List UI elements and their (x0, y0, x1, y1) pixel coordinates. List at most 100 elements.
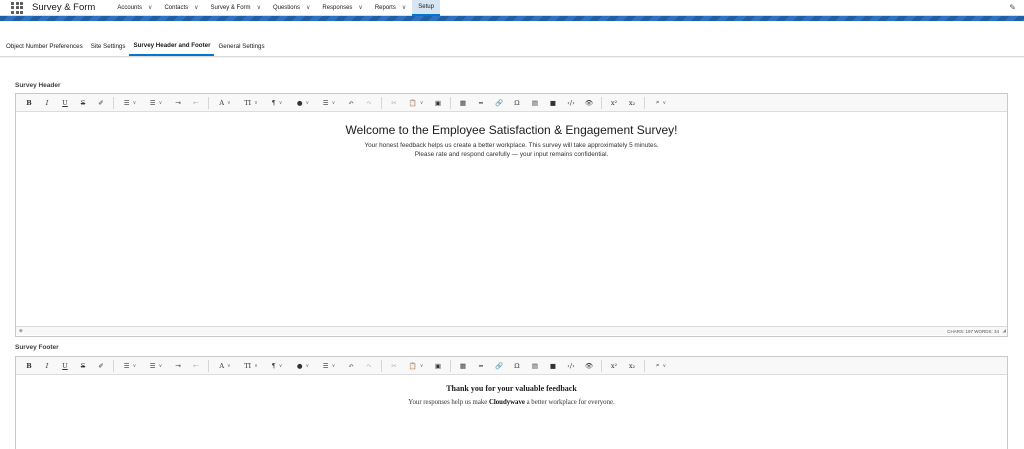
chevron-down-icon[interactable]: ∨ (402, 4, 406, 11)
underline-button[interactable]: U (56, 96, 74, 110)
undo-icon[interactable]: ↶ (342, 359, 360, 373)
editor-status-bar: ⊕ CHARS: 197 WORDS: 34 ◢ (16, 326, 1007, 335)
redo-icon[interactable]: ↷ (360, 96, 378, 110)
find-button[interactable]: ⌕ ∨ (648, 96, 674, 110)
special-char-icon[interactable]: Ω (508, 96, 526, 110)
bold-button[interactable]: B (20, 359, 38, 373)
table-icon[interactable]: ▦ (454, 96, 472, 110)
setup-card: Object Number Preferences Site Settings … (0, 21, 1024, 449)
numbered-list-button[interactable]: ☰ ∨ (143, 359, 169, 373)
strikethrough-button[interactable]: S (74, 96, 92, 110)
indent-icon[interactable]: ⇥ (169, 96, 187, 110)
toolbar-divider (450, 96, 451, 109)
nav-item-questions[interactable]: Questions ∨ (267, 0, 316, 16)
preview-eye-icon[interactable]: 👁 (580, 96, 598, 110)
link-icon[interactable]: 🔗 (490, 96, 508, 110)
nav-item-reports[interactable]: Reports ∨ (369, 0, 412, 16)
paste-button[interactable]: 📋 ∨ (403, 96, 429, 110)
subscript-icon[interactable]: x₂ (623, 96, 641, 110)
align-button[interactable]: ☰ ∨ (316, 96, 342, 110)
strikethrough-button[interactable]: S (74, 359, 92, 373)
superscript-icon[interactable]: x² (605, 359, 623, 373)
special-char-icon[interactable]: Ω (508, 359, 526, 373)
image-frame-icon[interactable]: ▣ (429, 359, 447, 373)
text-color-button[interactable]: ● ∨ (290, 96, 316, 110)
code-icon[interactable]: ‹/› (562, 359, 580, 373)
cut-icon[interactable]: ✂ (385, 359, 403, 373)
nav-item-setup[interactable]: Setup (412, 0, 440, 16)
chevron-down-icon[interactable]: ∨ (194, 4, 198, 11)
tab-survey-header-footer[interactable]: Survey Header and Footer (129, 36, 215, 56)
tab-object-number-preferences[interactable]: Object Number Preferences (2, 36, 87, 56)
paragraph-button[interactable]: ¶ ∨ (264, 96, 290, 110)
superscript-icon[interactable]: x² (605, 96, 623, 110)
horizontal-rule-icon[interactable]: ━ (472, 96, 490, 110)
outdent-icon[interactable]: ⇤ (187, 96, 205, 110)
document-icon[interactable]: ▤ (526, 96, 544, 110)
italic-button[interactable]: I (38, 359, 56, 373)
color-drop-icon: ● (296, 361, 303, 370)
nav-item-label: Setup (418, 3, 434, 10)
tab-general-settings[interactable]: General Settings (214, 36, 268, 56)
nav-item-survey-form[interactable]: Survey & Form ∨ (205, 0, 267, 16)
tab-content: Survey Header B I U S ✐ ☰ ∨ ☰ ∨ ⇥ ⇤ A ∨ TI ∨… (0, 58, 1024, 449)
align-icon: ☰ (322, 361, 329, 370)
align-button[interactable]: ☰ ∨ (316, 359, 342, 373)
font-size-button[interactable]: TI ∨ (238, 96, 264, 110)
editor-toolbar: B I U S ✐ ☰ ∨ ☰ ∨ ⇥ ⇤ A ∨ TI ∨ ¶ ∨ ● ∨ ☰ ∨ ↶ ↷ … (16, 94, 1007, 112)
font-button[interactable]: A ∨ (212, 359, 238, 373)
outdent-icon[interactable]: ⇤ (187, 359, 205, 373)
color-drop-icon: ● (296, 98, 303, 107)
eraser-icon[interactable]: ✐ (92, 359, 110, 373)
undo-icon[interactable]: ↶ (342, 96, 360, 110)
chevron-down-icon: ∨ (331, 99, 336, 106)
text-color-button[interactable]: ● ∨ (290, 359, 316, 373)
indent-icon[interactable]: ⇥ (169, 359, 187, 373)
font-size-button[interactable]: TI ∨ (238, 359, 264, 373)
paste-button[interactable]: 📋 ∨ (403, 359, 429, 373)
footer-editor-body[interactable]: Thank you for your valuable feedback You… (16, 375, 1007, 449)
chevron-down-icon[interactable]: ∨ (257, 4, 261, 11)
header-editor-body[interactable]: Welcome to the Employee Satisfaction & E… (16, 112, 1007, 326)
video-icon[interactable]: ■ (544, 359, 562, 373)
nav-item-label: Survey & Form (210, 4, 251, 11)
bulleted-list-button[interactable]: ☰ ∨ (117, 96, 143, 110)
font-icon: A (219, 361, 225, 370)
redo-icon[interactable]: ↷ (360, 359, 378, 373)
video-icon[interactable]: ■ (544, 96, 562, 110)
paragraph-icon: ¶ (271, 98, 276, 107)
numbered-list-button[interactable]: ☰ ∨ (143, 96, 169, 110)
chevron-down-icon[interactable]: ∨ (306, 4, 310, 11)
link-icon[interactable]: 🔗 (490, 359, 508, 373)
font-button[interactable]: A ∨ (212, 96, 238, 110)
table-icon[interactable]: ▦ (454, 359, 472, 373)
bold-button[interactable]: B (20, 96, 38, 110)
image-frame-icon[interactable]: ▣ (429, 96, 447, 110)
nav-item-responses[interactable]: Responses ∨ (316, 0, 368, 16)
find-button[interactable]: ⌕ ∨ (648, 359, 674, 373)
tab-site-settings[interactable]: Site Settings (87, 36, 130, 56)
toolbar-divider (113, 96, 114, 109)
app-launcher-icon[interactable] (6, 0, 28, 16)
eraser-icon[interactable]: ✐ (92, 96, 110, 110)
nav-item-accounts[interactable]: Accounts ∨ (111, 0, 158, 16)
preview-eye-icon[interactable]: 👁 (580, 359, 598, 373)
resize-grip-icon[interactable]: ◢ (1003, 328, 1006, 334)
underline-button[interactable]: U (56, 359, 74, 373)
chevron-down-icon[interactable]: ∨ (148, 4, 152, 11)
paragraph-button[interactable]: ¶ ∨ (264, 359, 290, 373)
bulleted-list-button[interactable]: ☰ ∨ (117, 359, 143, 373)
survey-footer-editor: B I U S ✐ ☰ ∨ ☰ ∨ ⇥ ⇤ A ∨ TI ∨ ¶ ∨ ● ∨ ☰ ∨ ↶ ↷ … (15, 356, 1008, 449)
paste-icon: 📋 (408, 98, 417, 107)
italic-button[interactable]: I (38, 96, 56, 110)
toolbar-divider (601, 359, 602, 372)
horizontal-rule-icon[interactable]: ━ (472, 359, 490, 373)
subscript-icon[interactable]: x₂ (623, 359, 641, 373)
code-icon[interactable]: ‹/› (562, 96, 580, 110)
char-word-count: CHARS: 197 WORDS: 34 (947, 328, 999, 334)
edit-nav-icon[interactable]: ✎ (1009, 3, 1016, 12)
cut-icon[interactable]: ✂ (385, 96, 403, 110)
document-icon[interactable]: ▤ (526, 359, 544, 373)
chevron-down-icon[interactable]: ∨ (358, 4, 362, 11)
nav-item-contacts[interactable]: Contacts ∨ (158, 0, 204, 16)
